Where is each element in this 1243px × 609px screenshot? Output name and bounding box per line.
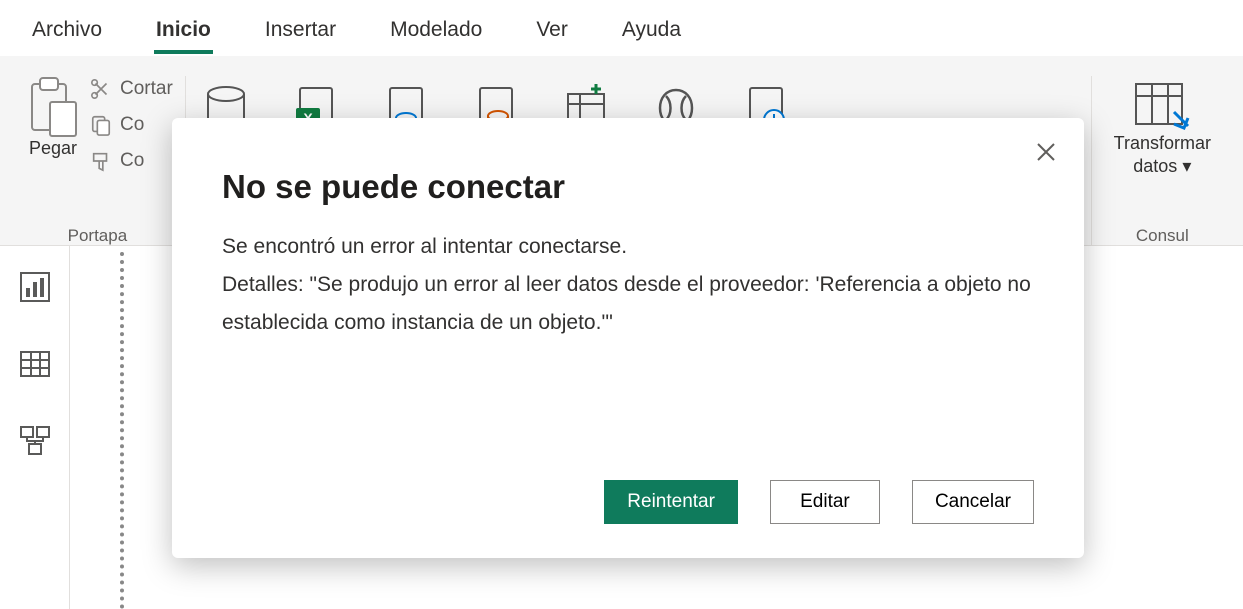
format-painter-icon [90, 150, 112, 172]
selection-guide [120, 252, 124, 609]
tab-inicio[interactable]: Inicio [154, 4, 213, 52]
dialog-body-line1: Se encontró un error al intentar conecta… [222, 228, 1034, 266]
copy-icon [90, 114, 112, 136]
model-view-icon [18, 424, 52, 458]
dialog-title: No se puede conectar [222, 168, 1034, 206]
dialog-buttons: Reintentar Editar Cancelar [222, 480, 1034, 524]
chevron-down-icon: ▾ [1182, 156, 1191, 176]
copy-button[interactable]: Co [90, 114, 173, 136]
dialog-body-line2: Detalles: "Se produjo un error al leer d… [222, 266, 1034, 342]
tab-archivo[interactable]: Archivo [30, 4, 104, 52]
paste-label: Pegar [29, 138, 77, 159]
model-view-button[interactable] [18, 424, 52, 463]
cut-button[interactable]: Cortar [90, 78, 173, 100]
cancel-button[interactable]: Cancelar [912, 480, 1034, 524]
transform-data-icon [1130, 76, 1194, 132]
report-view-icon [18, 270, 52, 304]
scissors-icon [90, 78, 112, 100]
data-view-button[interactable] [18, 347, 52, 386]
transform-data-button[interactable]: Transformardatos ▾ [1104, 76, 1221, 179]
clipboard-group-label: Portapa [68, 226, 128, 246]
paste-button[interactable]: Pegar [22, 76, 84, 159]
retry-button[interactable]: Reintentar [604, 480, 738, 524]
edit-button[interactable]: Editar [770, 480, 880, 524]
ribbon-tabs: Archivo Inicio Insertar Modelado Ver Ayu… [0, 0, 1243, 56]
view-switcher [0, 246, 70, 609]
format-painter-button[interactable]: Co [90, 150, 173, 172]
dialog-close-button[interactable] [1034, 140, 1058, 164]
tab-insertar[interactable]: Insertar [263, 4, 338, 52]
clipboard-icon [26, 76, 80, 138]
tab-modelado[interactable]: Modelado [388, 4, 484, 52]
report-view-button[interactable] [18, 270, 52, 309]
data-view-icon [18, 347, 52, 381]
error-dialog: No se puede conectar Se encontró un erro… [172, 118, 1084, 558]
dialog-body: Se encontró un error al intentar conecta… [222, 228, 1034, 480]
tab-ver[interactable]: Ver [534, 4, 570, 52]
tab-ayuda[interactable]: Ayuda [620, 4, 683, 52]
queries-group-label: Consul [1136, 226, 1189, 246]
close-icon [1034, 140, 1058, 164]
